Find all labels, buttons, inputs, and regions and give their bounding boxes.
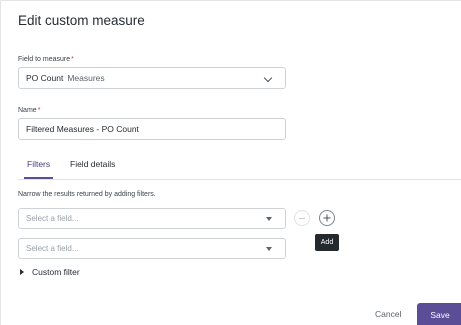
- field-to-measure-select[interactable]: PO Count Measures: [18, 67, 286, 89]
- caret-down-icon: [266, 217, 272, 221]
- active-tab-indicator: [24, 177, 53, 179]
- name-label-text: Name: [18, 107, 37, 114]
- remove-filter-button[interactable]: [294, 210, 310, 226]
- filter-field-placeholder: Select a field...: [26, 244, 79, 253]
- caret-down-icon: [266, 247, 272, 251]
- edit-custom-measure-dialog: Edit custom measure Field to measure* PO…: [0, 0, 461, 325]
- filter-field-select[interactable]: Select a field...: [18, 238, 286, 259]
- required-mark: *: [37, 107, 41, 114]
- save-button[interactable]: Save: [417, 303, 461, 325]
- minus-icon: [299, 217, 305, 219]
- dialog-title: Edit custom measure: [18, 13, 145, 28]
- caret-right-icon: [20, 269, 24, 275]
- name-input-value: Filtered Measures - PO Count: [26, 124, 139, 134]
- required-mark: *: [71, 56, 74, 63]
- plus-icon: [323, 214, 331, 222]
- field-to-measure-group: Measures: [67, 73, 105, 83]
- tab-bar: Filters Field details: [18, 158, 461, 180]
- cancel-button[interactable]: Cancel: [375, 309, 401, 319]
- chevron-down-icon: [263, 73, 273, 83]
- add-filter-button[interactable]: [319, 210, 335, 226]
- name-input[interactable]: Filtered Measures - PO Count: [18, 118, 286, 140]
- custom-filter-label: Custom filter: [32, 267, 80, 277]
- field-to-measure-label-text: Field to measure: [18, 56, 71, 63]
- filter-field-placeholder: Select a field...: [26, 214, 79, 223]
- field-to-measure-value: PO Count: [26, 73, 64, 83]
- tab-field-details[interactable]: Field details: [70, 159, 115, 169]
- filters-hint: Narrow the results returned by adding fi…: [18, 191, 156, 198]
- add-tooltip: Add: [315, 234, 339, 251]
- field-to-measure-label: Field to measure*: [18, 56, 74, 63]
- name-label: Name*: [18, 107, 40, 114]
- filter-field-select[interactable]: Select a field...: [18, 208, 286, 229]
- custom-filter-toggle[interactable]: Custom filter: [20, 267, 80, 277]
- tab-filters[interactable]: Filters: [27, 159, 50, 169]
